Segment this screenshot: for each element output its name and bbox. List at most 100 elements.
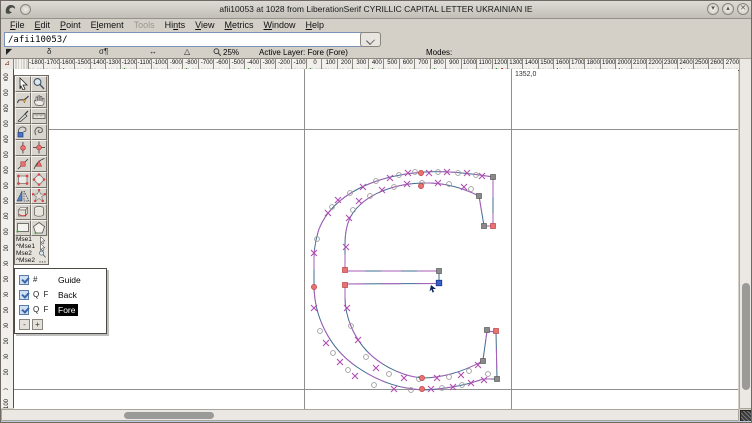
hruler-label: -1700 <box>44 59 61 68</box>
remove-layer-button[interactable]: - <box>19 319 30 330</box>
hruler-label: -600 <box>214 59 231 68</box>
magnify-icon <box>33 78 45 90</box>
hruler-label: 500 <box>384 59 401 68</box>
hruler-label: 1100 <box>477 59 494 68</box>
menu-metrics[interactable]: Metrics <box>220 19 259 30</box>
ellipsis-icon <box>39 261 46 263</box>
horizontal-scrollbar[interactable] <box>1 409 739 421</box>
glyph-list-dropdown-button[interactable] <box>360 32 381 47</box>
glyph-outline <box>310 168 500 393</box>
ruler-icon <box>32 113 46 119</box>
hruler-label: 2400 <box>678 59 695 68</box>
menu-window[interactable]: Window <box>259 19 301 30</box>
vertical-scrollbar[interactable] <box>739 58 751 409</box>
tool-knife-button[interactable] <box>15 108 31 124</box>
horizontal-scroll-thumb[interactable] <box>124 412 214 419</box>
hruler-label: -200 <box>276 59 293 68</box>
hruler-label: 1600 <box>554 59 571 68</box>
angle-icon: △ <box>184 47 191 56</box>
hruler-label: 1800 <box>585 59 602 68</box>
menu-bar: File Edit Point Element Tools Hints View Metric… <box>1 19 751 32</box>
close-button[interactable]: ✕ <box>737 3 749 15</box>
tool-corner-point-button[interactable] <box>15 156 31 172</box>
zoom-level: 25% <box>223 48 240 57</box>
mouse-binding-label: Mse2 <box>16 250 32 257</box>
curve-point-icon <box>20 141 26 154</box>
hruler-label: 2000 <box>616 59 633 68</box>
tool-pen-button[interactable] <box>15 172 31 188</box>
tool-ruler-button[interactable] <box>31 108 47 124</box>
hruler-label: -800 <box>183 59 200 68</box>
info-bar: 25% Active Layer: Fore (Fore) Modes: ◤ δ σ… <box>1 47 751 58</box>
menu-element[interactable]: Element <box>86 19 129 30</box>
tool-flip-button[interactable] <box>31 124 47 140</box>
perspective-icon <box>34 206 44 217</box>
tool-perspective-button[interactable] <box>31 204 47 220</box>
layer-name-back[interactable]: Back <box>55 289 80 301</box>
hruler-label: 300 <box>353 59 370 68</box>
menu-edit[interactable]: Edit <box>30 19 56 30</box>
tool-freehand-button[interactable] <box>15 92 31 108</box>
fontforge-glyph-window: afii10053 at 1028 from LiberationSerif C… <box>0 0 752 423</box>
width-arrows-icon: ↔ <box>149 47 157 56</box>
rectangle-icon <box>16 223 29 233</box>
layer-visible-checkbox[interactable] <box>19 274 29 285</box>
menu-file[interactable]: File <box>5 19 30 30</box>
tool-scale-button[interactable] <box>15 124 31 140</box>
curve-glyph-icon: δ <box>47 47 52 56</box>
mouse-binding-mod-mse1: ^Mse1 <box>15 243 48 251</box>
layer-visible-checkbox[interactable] <box>19 289 29 300</box>
menu-help[interactable]: Help <box>301 19 330 30</box>
hruler-label: 2200 <box>647 59 664 68</box>
ruler-corner: ⊿ <box>1 58 14 69</box>
hand-icon <box>34 95 45 106</box>
tool-pointer-button[interactable] <box>15 76 31 92</box>
menu-hints[interactable]: Hints <box>160 19 191 30</box>
tool-palette: Mse1 ^Mse1 Mse2 ^Mse2 <box>14 75 49 265</box>
layer-mode-label: Q F <box>33 305 50 314</box>
mouse-binding-mse1: Mse1 <box>15 236 48 244</box>
layer-row-back: Q F Back <box>17 287 104 302</box>
tool-magnify-button[interactable] <box>31 76 47 92</box>
tool-rotate3d-button[interactable] <box>15 204 31 220</box>
flip-icon <box>34 126 43 136</box>
pointer-tool-icon: ◤ <box>6 47 13 56</box>
window-title: afii10053 at 1028 from LiberationSerif C… <box>219 4 533 14</box>
mouse-binding-label: ^Mse2 <box>16 257 35 264</box>
pointer-icon <box>19 77 28 90</box>
layer-name-fore[interactable]: Fore <box>55 303 79 316</box>
pen-icon <box>17 174 29 185</box>
corner-point-icon <box>17 158 29 170</box>
menu-point[interactable]: Point <box>55 19 86 30</box>
tool-spiro-button[interactable] <box>31 172 47 188</box>
layer-mode-label: # <box>33 275 39 284</box>
tool-skew-button[interactable] <box>15 188 31 204</box>
glyph-name-input[interactable] <box>4 32 362 47</box>
hvcurve-point-icon <box>33 141 45 154</box>
tool-rectangle-button[interactable] <box>15 220 31 236</box>
minimize-button[interactable]: ▾ <box>707 3 719 15</box>
spiro-icon <box>32 173 46 186</box>
hruler-label: 700 <box>415 59 432 68</box>
polygon-icon <box>33 222 45 234</box>
menu-view[interactable]: View <box>190 19 219 30</box>
maximize-button[interactable]: ▴ <box>722 3 734 15</box>
hruler-label: -1000 <box>152 59 169 68</box>
modes-label: Modes: <box>426 48 453 57</box>
tool-tangent-point-button[interactable] <box>31 156 47 172</box>
glyph-canvas[interactable]: 1352,0 <box>14 69 738 409</box>
title-bar[interactable]: afii10053 at 1028 from LiberationSerif C… <box>1 1 751 19</box>
active-layer-label: Active Layer: Fore (Fore) <box>259 48 348 57</box>
mouse-binding-label: ^Mse1 <box>16 243 35 250</box>
tool-hand-button[interactable] <box>31 92 47 108</box>
tool-curve-point-button[interactable] <box>15 140 31 156</box>
tool-hvcurve-point-button[interactable] <box>31 140 47 156</box>
vertical-scroll-thumb[interactable] <box>742 283 750 390</box>
layer-visible-checkbox[interactable] <box>19 304 29 315</box>
layer-name-guide[interactable]: Guide <box>55 274 84 286</box>
tool-star-button[interactable] <box>31 188 47 204</box>
layer-row-guide: # Guide <box>17 272 104 287</box>
tool-polygon-button[interactable] <box>31 220 47 236</box>
vertical-ruler[interactable]: 2000190018001700160015001400130012001100… <box>1 69 14 408</box>
add-layer-button[interactable]: + <box>32 319 43 330</box>
